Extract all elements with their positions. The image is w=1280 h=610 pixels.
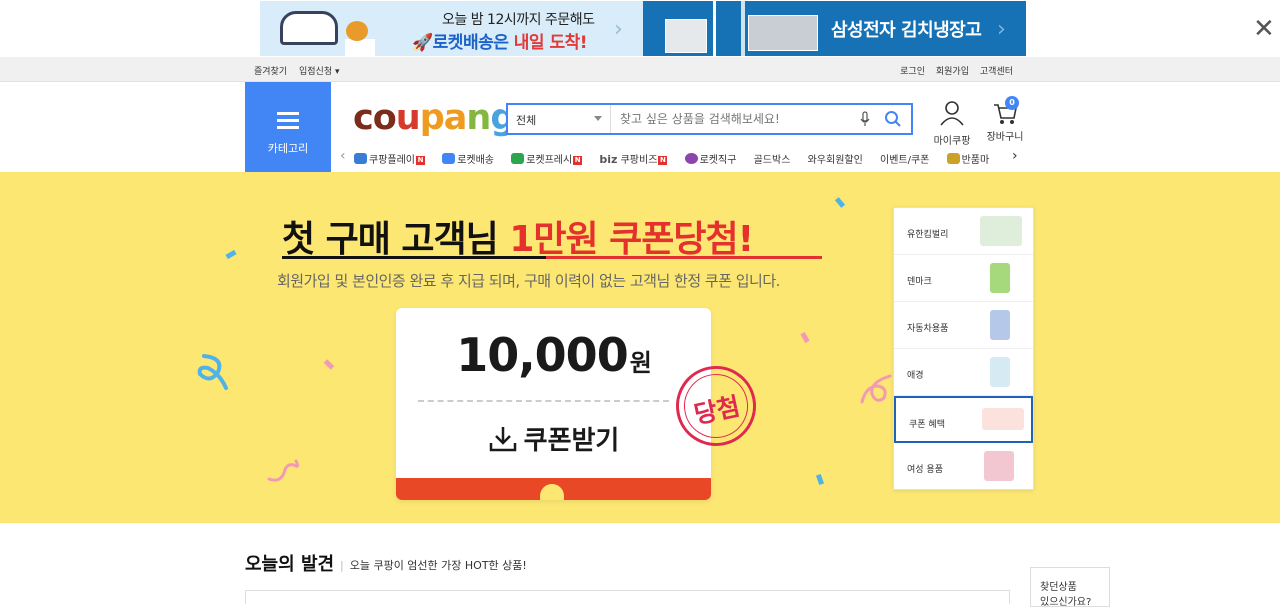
search-input[interactable]	[620, 105, 860, 133]
signup-link[interactable]: 회원가입	[936, 67, 969, 77]
fridge-illustration	[665, 19, 707, 53]
coupang-play-icon	[354, 153, 367, 164]
header: 카테고리 coupang 전체 마이쿠팡 0 장바구니 ‹ 쿠팡플레이N 로켓배…	[0, 82, 1280, 172]
pedestal-illustration	[345, 39, 375, 56]
product-thumbnail	[980, 216, 1022, 246]
coupon-thumbnail	[982, 408, 1024, 430]
cart-button[interactable]: 0 장바구니	[985, 96, 1025, 143]
product-thumbnail	[990, 263, 1010, 293]
coupon-download-button[interactable]: 쿠폰받기	[396, 420, 711, 457]
confetti-swirl	[860, 374, 892, 404]
nav-item-events[interactable]: 이벤트/쿠폰	[880, 151, 929, 166]
category-label: 카테고리	[267, 142, 309, 155]
search-icon[interactable]	[884, 110, 902, 128]
ad-right-text: 삼성전자 김치냉장고	[831, 20, 982, 41]
chevron-right-icon: ›	[997, 17, 1006, 42]
side-menu-item-denmark[interactable]: 덴마크	[894, 255, 1033, 302]
search-category-select[interactable]: 전체	[508, 105, 611, 133]
category-nav-items: 쿠팡플레이 N 로켓배송 로켓프레시 N biz 쿠팡비즈 N 로켓직구 골드박스 와…	[354, 151, 1014, 166]
new-badge: N	[416, 156, 425, 165]
confetti	[815, 473, 825, 486]
new-badge: N	[573, 156, 583, 165]
utility-left: 즐겨찾기 입점신청 ▾	[254, 64, 349, 77]
rocket-fresh-icon	[511, 153, 525, 164]
top-ad-strip: 오늘 밤 12시까지 주문해도 🚀로켓배송은 내일 도착! › 삼성전자 김치냉…	[0, 0, 1280, 57]
section-title: 오늘의 발견	[245, 554, 335, 575]
apple-illustration	[346, 21, 368, 41]
hamburger-icon	[277, 112, 299, 133]
customer-center-link[interactable]: 고객센터	[980, 67, 1013, 77]
my-coupang-button[interactable]: 마이쿠팡	[932, 100, 972, 147]
ad-left-line1: 오늘 밤 12시까지 주문해도	[442, 12, 595, 28]
product-thumbnail	[990, 357, 1010, 387]
divider-illustration	[741, 1, 745, 56]
confetti-swirl	[197, 354, 228, 390]
side-menu-item-aekyung[interactable]: 애경	[894, 349, 1033, 396]
seller-signup-link[interactable]: 입점신청 ▾	[299, 67, 340, 77]
nav-item-coupang-play[interactable]: 쿠팡플레이 N	[354, 151, 425, 166]
return-market-icon	[946, 153, 960, 164]
biz-icon: biz	[599, 153, 618, 166]
banner-side-menu: 유한킴벌리 덴마크 자동차용품 애경 쿠폰 혜택 여성 용품	[893, 207, 1034, 490]
nav-item-coupang-biz[interactable]: biz 쿠팡비즈 N	[599, 151, 668, 166]
rocket-delivery-ad[interactable]: 오늘 밤 12시까지 주문해도 🚀로켓배송은 내일 도착! ›	[260, 1, 643, 56]
utility-right: 로그인 회원가입 고객센터	[892, 64, 1013, 77]
caret-down-icon	[594, 116, 602, 121]
samsung-kimchi-fridge-ad[interactable]: 삼성전자 김치냉장고 ›	[643, 1, 1026, 56]
nav-item-rocket-delivery[interactable]: 로켓배송	[442, 151, 494, 166]
coupon-amount: 10,000원	[456, 328, 652, 382]
robot-illustration	[280, 11, 338, 45]
side-menu-item-women[interactable]: 여성 용품	[894, 443, 1033, 490]
chevron-left-icon[interactable]: ‹	[340, 148, 346, 164]
section-subtitle: | 오늘 쿠팡이 엄선한 가장 HOT한 상품!	[340, 559, 527, 572]
banner-title: 첫 구매 고객님 1만원 쿠폰당첨!	[282, 219, 754, 260]
nav-item-return-market[interactable]: 반품마	[946, 151, 989, 166]
utility-bar: 즐겨찾기 입점신청 ▾ 로그인 회원가입 고객센터	[0, 57, 1280, 82]
chevron-right-icon: ›	[614, 17, 623, 42]
chevron-right-icon[interactable]: ›	[1012, 148, 1018, 164]
product-thumbnail	[990, 310, 1010, 340]
category-nav: ‹ 쿠팡플레이 N 로켓배송 로켓프레시 N biz 쿠팡비즈 N 로켓직구 골드박스…	[340, 148, 1030, 168]
title-underline-accent	[546, 256, 822, 259]
confetti	[225, 249, 237, 260]
download-icon	[489, 427, 516, 452]
nav-item-rocket-fresh[interactable]: 로켓프레시 N	[511, 151, 583, 166]
coupang-logo[interactable]: coupang	[353, 98, 515, 138]
ad-left-line2: 🚀로켓배송은 내일 도착!	[412, 33, 588, 53]
new-badge: N	[658, 156, 668, 165]
rocket-icon	[442, 153, 456, 164]
confetti-swirl	[267, 459, 300, 482]
my-coupang-label: 마이쿠팡	[933, 136, 971, 147]
nav-item-goldbox[interactable]: 골드박스	[754, 151, 791, 166]
nav-item-wow-discount[interactable]: 와우회원할인	[808, 151, 863, 166]
coupon-card[interactable]: 10,000원 쿠폰받기	[396, 308, 711, 500]
close-icon[interactable]: ✕	[1253, 16, 1275, 42]
promo-banner: 첫 구매 고객님 1만원 쿠폰당첨! 회원가입 및 본인인증 완료 후 지급 되…	[0, 172, 1280, 523]
fridge-illustration	[748, 15, 818, 51]
banner-subtitle: 회원가입 및 본인인증 완료 후 지급 되며, 구매 이력이 없는 고객님 한정…	[277, 272, 780, 290]
recent-search-widget[interactable]: 찾던상품 있으신가요?	[1030, 567, 1110, 608]
confetti	[800, 331, 810, 344]
nav-item-rocket-global[interactable]: 로켓직구	[684, 151, 736, 166]
login-link[interactable]: 로그인	[900, 67, 925, 77]
globe-icon	[684, 153, 698, 164]
side-menu-item-yuhan[interactable]: 유한킴벌리	[894, 208, 1033, 255]
confetti	[834, 197, 846, 208]
side-menu-item-car[interactable]: 자동차용품	[894, 302, 1033, 349]
product-thumbnail	[984, 451, 1014, 481]
divider-illustration	[713, 1, 716, 56]
bookmark-link[interactable]: 즐겨찾기	[254, 67, 287, 77]
side-menu-item-coupon[interactable]: 쿠폰 혜택	[894, 396, 1033, 443]
category-button[interactable]: 카테고리	[245, 82, 331, 172]
confetti	[323, 359, 335, 370]
cart-label: 장바구니	[986, 132, 1024, 143]
search-bar: 전체	[506, 103, 913, 135]
user-icon	[940, 101, 964, 126]
microphone-icon[interactable]	[860, 111, 870, 127]
coupon-divider	[418, 400, 669, 402]
cart-count-badge: 0	[1005, 96, 1019, 110]
